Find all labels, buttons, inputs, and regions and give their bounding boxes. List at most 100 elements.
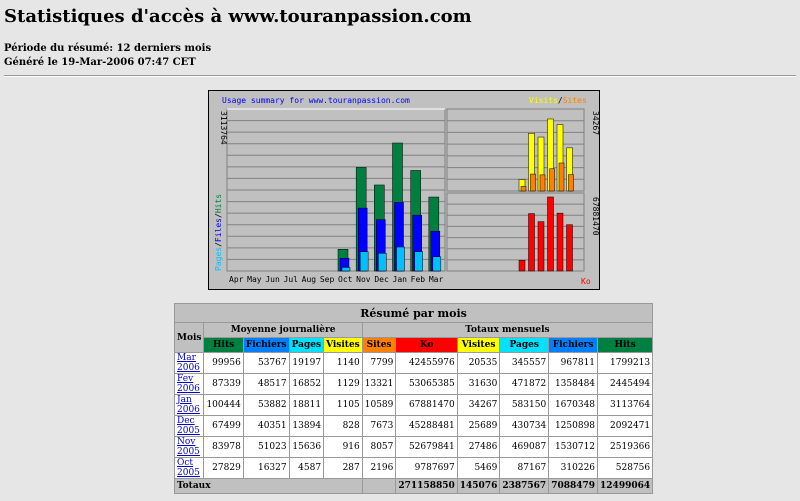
value-cell: 27829: [204, 458, 243, 478]
value-cell: 1105: [324, 395, 362, 415]
column-header-daily-pages: Pages: [289, 338, 324, 352]
value-cell: 42455976: [396, 353, 457, 373]
left-axis-max-label: 3113764: [219, 111, 228, 145]
totals-label: Totaux: [175, 479, 362, 493]
bar-pages: [432, 256, 442, 272]
right-top-legend: Visits/Sites: [529, 96, 587, 105]
value-cell: 16852: [289, 374, 324, 394]
totals-value: 2387567: [500, 479, 549, 493]
month-link[interactable]: Nov 2005: [177, 437, 200, 457]
month-link[interactable]: Mar 2006: [177, 353, 200, 373]
bar-pages: [396, 246, 405, 272]
table-row: Oct 2005 27829 16327 4587 287 2196 9787697 5469…: [175, 458, 653, 478]
column-header-daily-visites: Visites: [324, 338, 362, 352]
bar-ko: [556, 212, 564, 272]
value-cell: 48517: [243, 374, 289, 394]
usage-summary-chart: Usage summary for www.touranpassion.com A…: [208, 90, 600, 290]
bar-ko: [566, 224, 573, 272]
bar-ko: [537, 221, 545, 272]
value-cell: 87167: [500, 458, 549, 478]
generated-date: Généré le 19-Mar-2006 07:47 CET: [4, 57, 196, 68]
value-cell: 345557: [500, 353, 549, 373]
column-header-daily-fichiers: Fichiers: [243, 338, 289, 352]
month-link[interactable]: Fev 2006: [177, 374, 200, 394]
bar-ko: [518, 260, 526, 272]
value-cell: 1799213: [598, 353, 653, 373]
column-header-monthly-pages: Pages: [500, 338, 549, 352]
table-row: Nov 2005 83978 51023 15636 916 8057 52679841 27…: [175, 437, 653, 457]
x-tick-label: Oct: [338, 275, 353, 284]
value-cell: 2519366: [598, 437, 653, 457]
bar-sites: [568, 174, 574, 192]
x-tick-label: Aug: [302, 275, 317, 284]
value-cell: 52679841: [396, 437, 457, 457]
x-tick-label: Nov: [356, 275, 371, 284]
x-tick-label: Jan: [393, 275, 408, 284]
value-cell: 87339: [204, 374, 243, 394]
value-cell: 430734: [500, 416, 549, 436]
value-cell: 2092471: [598, 416, 653, 436]
header-month: Mois: [175, 323, 204, 352]
value-cell: 3113764: [598, 395, 653, 415]
value-cell: 18811: [289, 395, 324, 415]
value-cell: 31630: [457, 374, 500, 394]
value-cell: 10589: [362, 395, 396, 415]
column-header-monthly-hits: Hits: [598, 338, 653, 352]
table-row: Jan 2006 100444 53882 18811 1105 10589 6788147…: [175, 395, 653, 415]
value-cell: 7799: [362, 353, 396, 373]
divider: [4, 75, 796, 77]
value-cell: 1358484: [549, 374, 598, 394]
value-cell: 16327: [243, 458, 289, 478]
value-cell: 2196: [362, 458, 396, 478]
table-row: Dec 2005 67499 40351 13894 828 7673 45288481 25…: [175, 416, 653, 436]
value-cell: 83978: [204, 437, 243, 457]
value-cell: 1670348: [549, 395, 598, 415]
bar-sites: [558, 162, 565, 192]
value-cell: 916: [324, 437, 362, 457]
value-cell: 469087: [500, 437, 549, 457]
value-cell: 45288481: [396, 416, 457, 436]
value-cell: 1530712: [549, 437, 598, 457]
bar-sites: [520, 186, 527, 192]
month-link[interactable]: Jan 2006: [177, 395, 200, 415]
value-cell: 13321: [362, 374, 396, 394]
value-cell: 967811: [549, 353, 598, 373]
bar-pages: [414, 251, 423, 272]
table-body: Mar 2006 99956 53767 19197 1140 7799 42455976 2…: [175, 353, 653, 493]
x-tick-label: Jul: [284, 275, 299, 284]
bar-sites: [549, 168, 555, 192]
monthly-summary-table: Résumé par mois Mois Moyenne journalière…: [174, 303, 654, 494]
totals-value: 12499064: [598, 479, 653, 493]
x-tick-label: May: [247, 275, 262, 284]
summary-period: Période du résumé: 12 derniers mois: [4, 43, 212, 54]
value-cell: 99956: [204, 353, 243, 373]
left-axis-label: Pages/Files/Hits: [214, 194, 223, 271]
column-header-monthly-fichiers: Fichiers: [549, 338, 598, 352]
value-cell: 100444: [204, 395, 243, 415]
totals-value: 7088479: [549, 479, 598, 493]
header-monthly-totals: Totaux mensuels: [362, 323, 653, 337]
bar-pages: [378, 253, 387, 272]
bar-sites: [539, 174, 546, 192]
chart-title: Usage summary for www.touranpassion.com: [222, 96, 410, 105]
month-link[interactable]: Dec 2005: [177, 416, 200, 436]
month-link[interactable]: Oct 2005: [177, 458, 200, 478]
right-bottom-max-label: 67881470: [591, 197, 599, 236]
value-cell: 287: [324, 458, 362, 478]
x-tick-label: Dec: [374, 275, 389, 284]
value-cell: 53882: [243, 395, 289, 415]
value-cell: 471872: [500, 374, 549, 394]
column-header-row: Hits Fichiers Pages Visites Sites Ko Visites Pa…: [175, 338, 653, 352]
right-top-max-label: 34267: [591, 111, 599, 135]
month-cell: Oct 2005: [175, 458, 204, 478]
value-cell: 4587: [289, 458, 324, 478]
value-cell: 13894: [289, 416, 324, 436]
table-row: Fev 2006 87339 48517 16852 1129 13321 53065385…: [175, 374, 653, 394]
value-cell: 2445494: [598, 374, 653, 394]
value-cell: 828: [324, 416, 362, 436]
bar-sites: [530, 173, 536, 192]
column-header-daily-hits: Hits: [204, 338, 243, 352]
usage-chart-svg: Usage summary for www.touranpassion.com A…: [214, 96, 599, 286]
value-cell: 310226: [549, 458, 598, 478]
page-title: Statistiques d'accès à www.touranpassion…: [4, 6, 472, 27]
